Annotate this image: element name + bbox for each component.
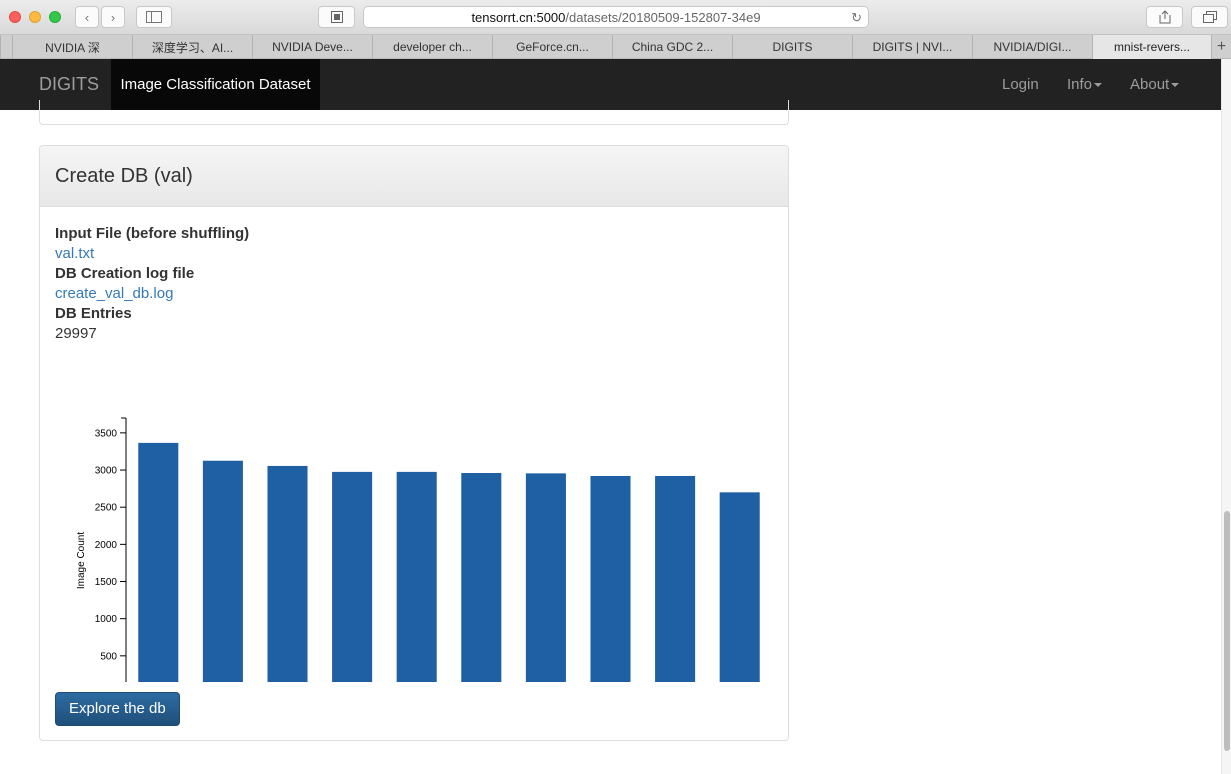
tab-nvidia-digits-github[interactable]: NVIDIA/DIGI... bbox=[972, 35, 1092, 59]
window-close-button[interactable] bbox=[9, 11, 21, 23]
share-button[interactable] bbox=[1146, 6, 1183, 28]
y-tick-label: 500 bbox=[100, 651, 117, 662]
scrollbar-thumb[interactable] bbox=[1224, 511, 1230, 751]
panel-body: Input File (before shuffling) val.txt DB… bbox=[40, 207, 788, 726]
bar bbox=[332, 471, 373, 682]
tab-china-gdc[interactable]: China GDC 2... bbox=[612, 35, 732, 59]
y-tick-label: 2000 bbox=[95, 540, 118, 551]
about-dropdown[interactable]: About bbox=[1130, 59, 1180, 110]
chevron-right-icon: › bbox=[110, 9, 116, 25]
about-label: About bbox=[1130, 76, 1170, 93]
forward-button[interactable]: › bbox=[101, 6, 125, 28]
url-host: tensorrt.cn:5000 bbox=[471, 9, 566, 25]
tab-mnist-reverse[interactable]: mnist-revers... bbox=[1092, 35, 1211, 59]
tab-deep-learning[interactable]: 深度学习、AI... bbox=[132, 35, 252, 59]
address-bar[interactable]: tensorrt.cn:5000/datasets/20180509-15280… bbox=[363, 6, 869, 28]
tabs-overview-button[interactable] bbox=[1191, 6, 1228, 28]
tab-developer-china[interactable]: developer ch... bbox=[372, 35, 492, 59]
explore-db-button[interactable]: Explore the db bbox=[55, 692, 180, 726]
y-tick-label: 3000 bbox=[95, 466, 118, 477]
y-tick-label: 1000 bbox=[95, 614, 118, 625]
input-file-label: Input File (before shuffling) bbox=[55, 225, 250, 242]
caret-down-icon bbox=[1094, 83, 1103, 88]
bar bbox=[590, 475, 631, 682]
bar bbox=[525, 473, 566, 682]
bar bbox=[267, 465, 308, 682]
reader-button[interactable] bbox=[318, 6, 355, 28]
bar bbox=[719, 492, 760, 682]
y-tick-label: 1500 bbox=[95, 577, 118, 588]
tabs-icon bbox=[1202, 11, 1217, 23]
plus-icon: + bbox=[1216, 38, 1227, 55]
chevron-left-icon: ‹ bbox=[84, 9, 90, 25]
y-tick-label: 2500 bbox=[95, 503, 118, 514]
input-file-link[interactable]: val.txt bbox=[55, 245, 94, 262]
sidebar-icon bbox=[146, 11, 162, 23]
window-maximize-button[interactable] bbox=[49, 11, 61, 23]
y-axis-title: Image Count bbox=[76, 532, 87, 589]
back-button[interactable]: ‹ bbox=[75, 6, 99, 28]
page-scrollbar[interactable] bbox=[1221, 59, 1231, 774]
previous-panel-bottom bbox=[39, 100, 789, 125]
bar bbox=[655, 475, 696, 682]
reload-icon[interactable]: ↻ bbox=[851, 10, 862, 26]
log-file-link[interactable]: create_val_db.log bbox=[55, 285, 173, 302]
sidebar-toggle-button[interactable] bbox=[136, 6, 172, 28]
tab-nvidia-developer[interactable]: NVIDIA Deve... bbox=[252, 35, 372, 59]
tab-digits[interactable]: DIGITS bbox=[732, 35, 852, 59]
reader-icon bbox=[330, 11, 343, 23]
new-tab-button[interactable]: + bbox=[1211, 35, 1231, 59]
info-dropdown[interactable]: Info bbox=[1067, 59, 1103, 110]
info-label: Info bbox=[1067, 76, 1093, 93]
browser-titlebar: ‹ › tensorrt.cn:5000/datasets/20180509-1… bbox=[0, 0, 1231, 35]
category-histogram: 0500100015002000250030003500CategoryImag… bbox=[76, 417, 760, 682]
db-entries-value: 29997 bbox=[55, 325, 97, 342]
db-entries-label: DB Entries bbox=[55, 305, 132, 322]
caret-down-icon bbox=[1171, 83, 1180, 88]
tab-digits-nvidia[interactable]: DIGITS | NVI... bbox=[852, 35, 972, 59]
tab-strip: NVIDIA 深 深度学习、AI... NVIDIA Deve... devel… bbox=[0, 35, 1231, 59]
panel-title: Create DB (val) bbox=[40, 146, 788, 207]
tab-pinned[interactable] bbox=[0, 35, 12, 59]
bar bbox=[202, 460, 243, 682]
tab-geforce[interactable]: GeForce.cn... bbox=[492, 35, 612, 59]
tab-nvidia-cn[interactable]: NVIDIA 深 bbox=[12, 35, 132, 59]
bar bbox=[461, 473, 502, 682]
window-minimize-button[interactable] bbox=[29, 11, 41, 23]
bar bbox=[396, 471, 437, 682]
create-db-val-panel: Create DB (val) Input File (before shuff… bbox=[39, 145, 789, 741]
log-file-label: DB Creation log file bbox=[55, 265, 195, 282]
y-tick-label: 3500 bbox=[95, 428, 118, 439]
login-link[interactable]: Login bbox=[1002, 59, 1039, 110]
share-icon bbox=[1159, 10, 1170, 24]
bar bbox=[138, 442, 179, 682]
url-path: /datasets/20180509-152807-34e9 bbox=[565, 9, 761, 25]
